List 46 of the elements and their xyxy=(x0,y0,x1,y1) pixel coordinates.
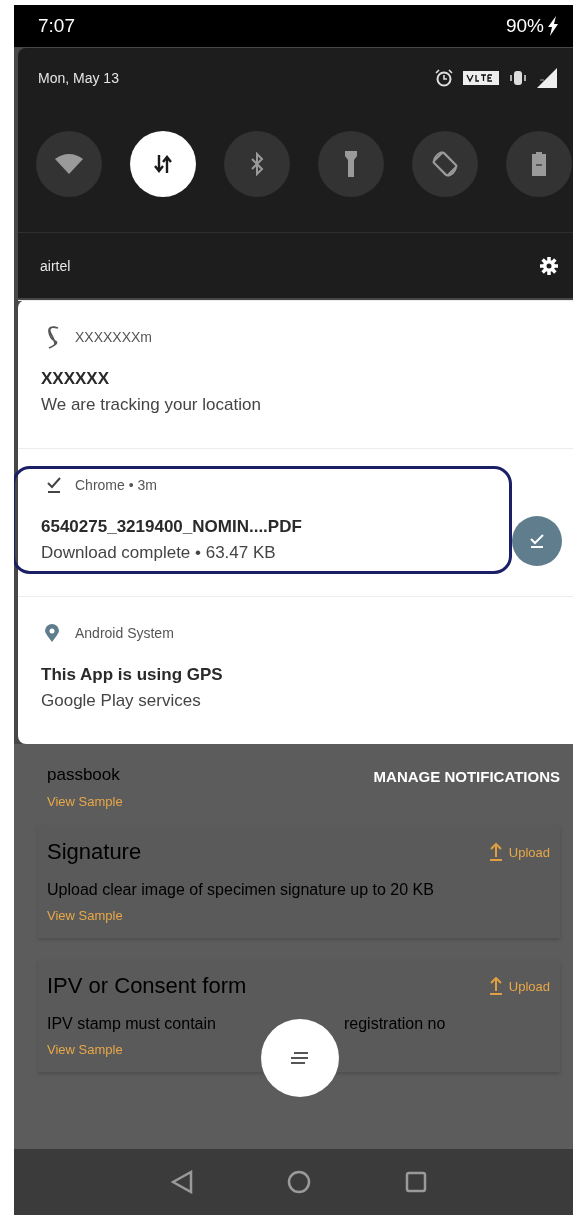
vibrate-icon xyxy=(509,69,527,87)
settings-icon[interactable] xyxy=(539,255,559,276)
description-text: Upload clear image of specimen signature up to 20 KB xyxy=(47,880,434,900)
download-done-icon xyxy=(45,476,63,494)
upload-button[interactable]: Upload xyxy=(488,843,550,861)
signal-icon xyxy=(537,68,557,88)
back-icon[interactable] xyxy=(171,1170,193,1194)
clock-time: 7:07 xyxy=(38,15,75,37)
upload-button[interactable]: Upload xyxy=(488,977,550,995)
logo-icon xyxy=(45,325,61,349)
app-name: Android System xyxy=(75,625,174,641)
upload-icon xyxy=(488,977,503,995)
bluetooth-icon xyxy=(250,152,264,176)
notification-text: Google Play services xyxy=(41,690,202,712)
wifi-icon xyxy=(54,152,84,176)
open-download-button[interactable] xyxy=(512,516,562,566)
view-sample-link[interactable]: View Sample xyxy=(47,906,123,926)
description-text: passbook xyxy=(47,764,120,786)
app-name: Chrome • 3m xyxy=(75,477,157,493)
date-label: Mon, May 13 xyxy=(38,70,119,86)
battery-icon xyxy=(532,152,546,176)
view-sample-link[interactable]: View Sample xyxy=(47,1040,123,1060)
battery-percent: 90% xyxy=(505,15,544,37)
notification-title: XXXXXX xyxy=(41,368,111,390)
rotate-icon xyxy=(430,149,460,179)
notification-title: This App is using GPS xyxy=(41,664,224,686)
data-arrows-icon xyxy=(154,153,172,175)
section-title: Signature xyxy=(47,838,142,866)
view-sample-link[interactable]: View Sample xyxy=(47,792,123,812)
home-icon[interactable] xyxy=(287,1170,311,1194)
volte-icon xyxy=(463,71,499,85)
notification-title: 6540275_3219400_NOMIN....PDF xyxy=(41,516,303,538)
upload-icon xyxy=(488,843,503,861)
carrier-name: airtel xyxy=(40,257,71,274)
description-text: registration no xyxy=(343,1014,446,1034)
notification-text: Download complete • 63.47 KB xyxy=(41,542,277,564)
app-name: XXXXXXXm xyxy=(75,329,153,345)
flashlight-icon xyxy=(345,151,357,177)
check-icon xyxy=(528,533,546,549)
section-title: IPV or Consent form xyxy=(47,972,247,1000)
manage-notifications-button[interactable]: MANAGE NOTIFICATIONS xyxy=(373,768,560,785)
description-text: IPV stamp must contain xyxy=(47,1014,216,1034)
recents-icon[interactable] xyxy=(405,1171,427,1193)
alarm-clock-icon xyxy=(435,69,453,87)
notification-text: We are tracking your location xyxy=(41,394,262,416)
location-pin-icon xyxy=(45,624,59,642)
